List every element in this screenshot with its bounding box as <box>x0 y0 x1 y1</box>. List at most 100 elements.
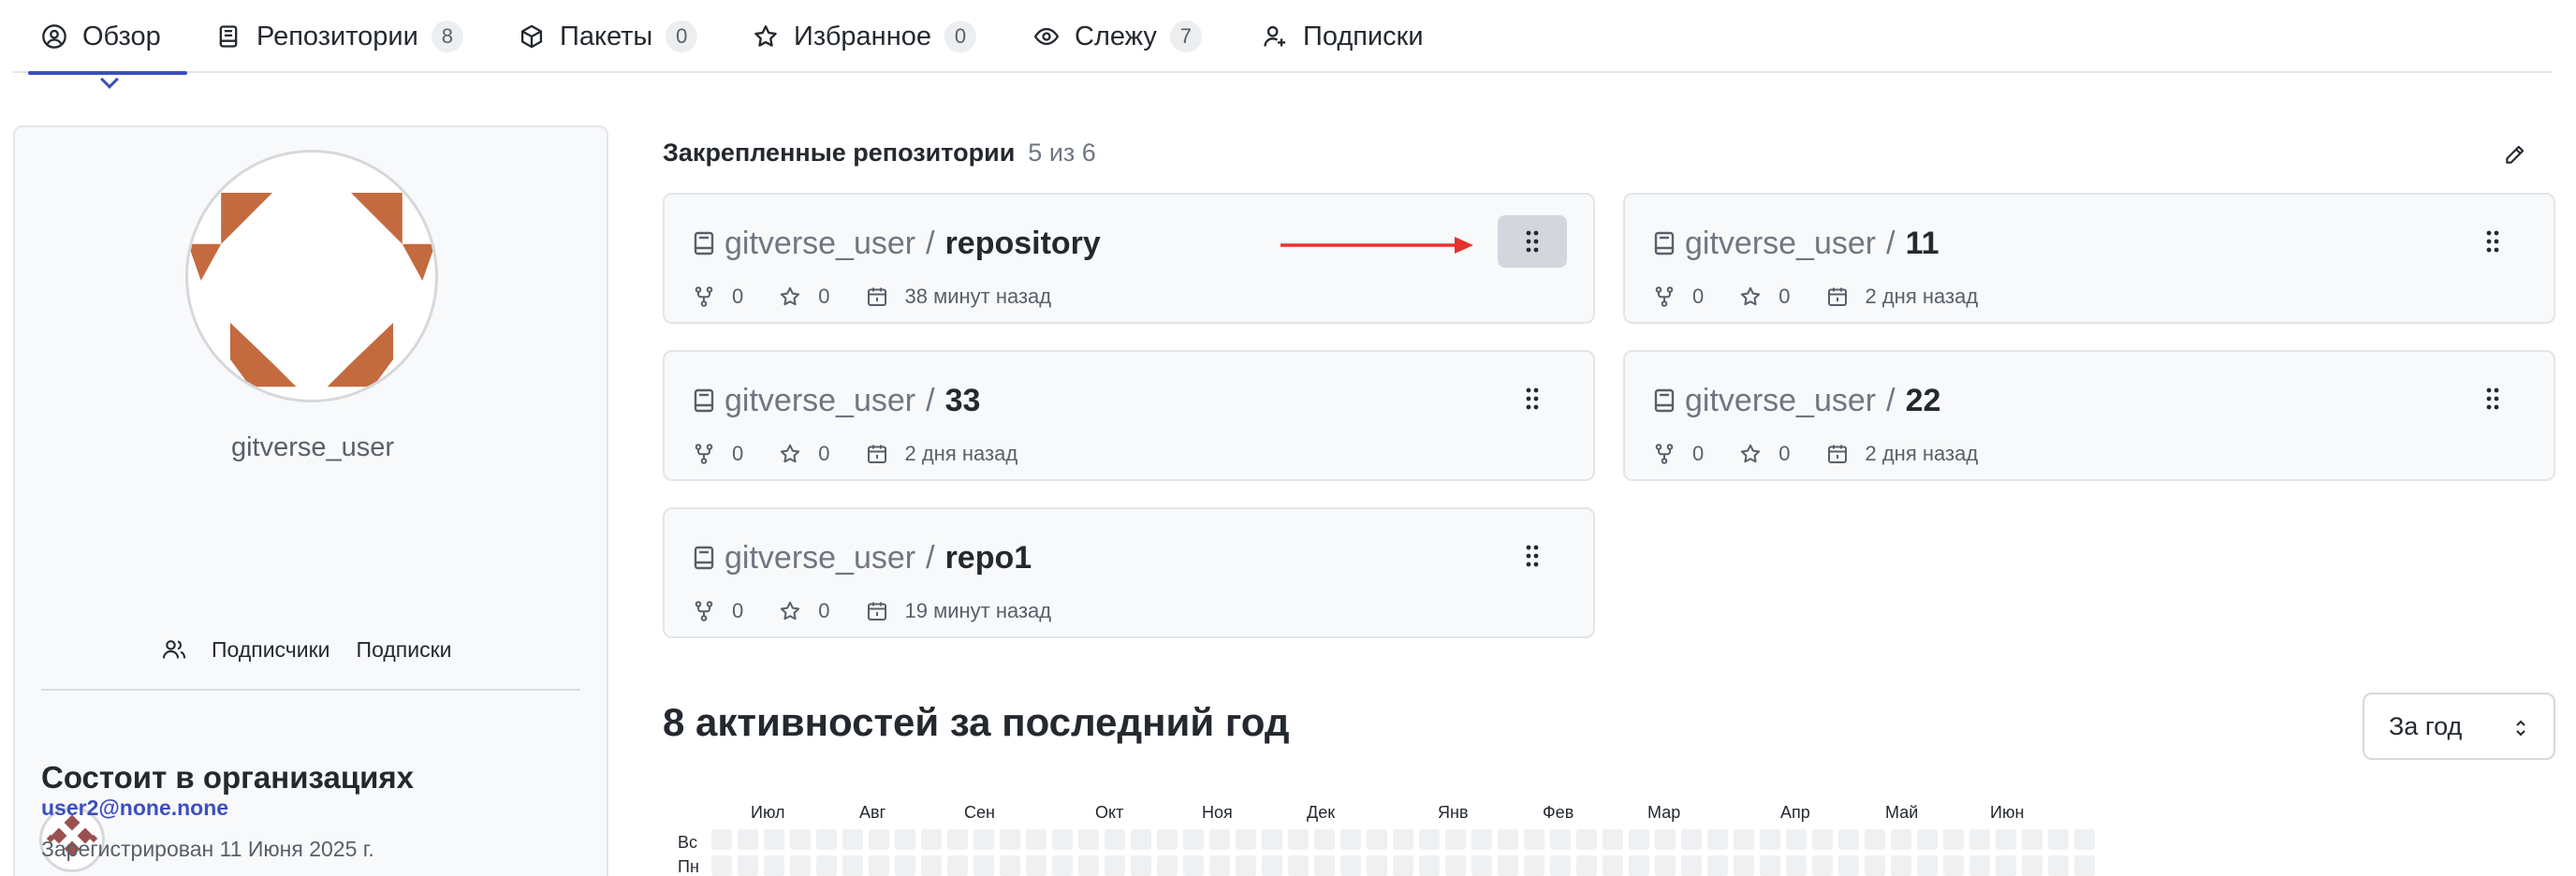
heatmap-cell <box>1340 855 1361 876</box>
heatmap-cell <box>1865 829 1885 850</box>
updated-time: 19 минут назад <box>904 599 1052 622</box>
star-count: 0 <box>818 285 830 308</box>
repo-link[interactable]: gitverse_user/ 11 <box>1653 223 1939 264</box>
pinned-repo-card: gitverse_user/ 11 0 0 2 дня назад <box>1623 193 2555 324</box>
drag-handle[interactable] <box>2458 215 2527 268</box>
heatmap-cell <box>1917 829 1938 850</box>
fork-count: 0 <box>732 285 744 308</box>
tab-repositories[interactable]: Репозитории 8 <box>215 0 463 73</box>
heatmap-cell <box>1524 855 1544 876</box>
contribution-heatmap <box>711 829 2095 876</box>
heatmap-cell <box>1891 829 1911 850</box>
fork-icon <box>695 444 713 464</box>
repo-owner: gitverse_user <box>1685 382 1877 418</box>
repo-link[interactable]: gitverse_user / repo1 <box>693 537 1032 578</box>
activity-title: 8 активностей за последний год <box>663 700 1290 744</box>
heatmap-cell <box>711 829 732 850</box>
heatmap-cell <box>2022 855 2042 876</box>
heatmap-cell <box>1105 855 1125 876</box>
edit-pinned-button[interactable] <box>2499 139 2531 170</box>
updated-time: 38 минут назад <box>904 285 1052 308</box>
calendar-icon <box>867 287 886 306</box>
day-label: Пн <box>678 857 699 876</box>
tab-packages[interactable]: Пакеты 0 <box>519 0 698 73</box>
tab-watching[interactable]: Слежу 7 <box>1033 0 1202 73</box>
month-label: Фев <box>1543 803 1574 822</box>
user-circle-icon <box>41 23 67 50</box>
repo-name: 22 <box>1905 382 1941 418</box>
tab-subscriptions[interactable]: Подписки <box>1262 0 1424 73</box>
heatmap-cell <box>1838 855 1859 876</box>
heatmap-cell <box>947 855 968 876</box>
heatmap-cell <box>1183 829 1204 850</box>
followers-link[interactable]: Подписчики <box>212 637 330 663</box>
repo-book-icon <box>694 231 714 256</box>
heatmap-cell <box>1340 829 1361 850</box>
heatmap-cell <box>1052 829 1073 850</box>
grip-dots-icon <box>1526 387 1539 410</box>
repo-separator: / <box>926 539 935 576</box>
heatmap-cell <box>895 855 915 876</box>
month-label: Май <box>1885 803 1919 822</box>
heatmap-cell <box>1052 855 1073 876</box>
drag-handle[interactable] <box>2458 372 2527 425</box>
month-label: Мар <box>1647 803 1681 822</box>
heatmap-cell <box>790 829 811 850</box>
heatmap-cell <box>1603 855 1623 876</box>
heatmap-cell <box>1943 829 1964 850</box>
pinned-repo-card: gitverse_user / repo1 0 0 19 минут назад <box>663 507 1595 638</box>
active-tab-indicator <box>99 70 119 89</box>
repo-link[interactable]: gitverse_user/ 22 <box>1653 380 1940 421</box>
heatmap-cell <box>1629 855 1649 876</box>
heatmap-cell <box>921 829 942 850</box>
month-label: Янв <box>1438 803 1469 822</box>
repo-book-icon <box>694 546 714 570</box>
count-badge: 8 <box>431 21 463 52</box>
day-label: Вс <box>678 833 698 852</box>
tab-label: Пакеты <box>560 21 653 51</box>
heatmap-cell <box>764 829 784 850</box>
tab-label: Избранное <box>794 21 931 51</box>
heatmap-cell <box>2048 855 2069 876</box>
period-select[interactable]: За год <box>2363 693 2555 760</box>
count-badge: 0 <box>944 21 976 52</box>
heatmap-cell <box>1812 829 1833 850</box>
month-label: Сен <box>964 803 995 822</box>
heatmap-cell <box>1734 855 1754 876</box>
heatmap-cell <box>1393 855 1413 876</box>
tab-overview[interactable]: Обзор <box>28 0 187 89</box>
star-count: 0 <box>1778 285 1791 308</box>
tab-favorites[interactable]: Избранное 0 <box>753 0 976 73</box>
count-badge: 7 <box>1169 21 1202 52</box>
repo-separator: / <box>926 382 935 418</box>
heatmap-cell <box>790 855 811 876</box>
repo-link[interactable]: gitverse_user /33 <box>693 380 980 421</box>
drag-handle[interactable] <box>1498 530 1567 582</box>
repo-owner: gitverse_user <box>724 382 916 418</box>
drag-handle[interactable] <box>1498 215 1567 268</box>
profile-card: gitverse_user Подписчики Подписки Состои… <box>13 125 608 876</box>
heatmap-cell <box>895 829 915 850</box>
drag-handle[interactable] <box>1498 372 1567 425</box>
heatmap-cell <box>1445 855 1466 876</box>
tab-label: Подписки <box>1303 21 1424 51</box>
fork-count: 0 <box>1692 442 1705 465</box>
profile-email[interactable]: user2@none.none <box>41 796 228 821</box>
avatar-pattern-icon <box>188 193 435 387</box>
grip-dots-icon <box>1526 545 1539 567</box>
heatmap-cell <box>816 855 837 876</box>
heatmap-cell <box>1157 829 1178 850</box>
heatmap-cell <box>1262 829 1282 850</box>
heatmap-cell <box>1026 829 1046 850</box>
heatmap-cell <box>1603 829 1623 850</box>
repo-link[interactable]: gitverse_user / repository <box>693 223 1101 264</box>
fork-count: 0 <box>732 442 744 465</box>
month-label: Июл <box>751 803 785 822</box>
heatmap-cell <box>1471 829 1492 850</box>
fork-icon <box>1655 444 1674 464</box>
chevron-up-down-icon <box>2516 720 2525 737</box>
following-link[interactable]: Подписки <box>357 637 452 663</box>
star-icon <box>753 23 779 50</box>
heatmap-cell <box>1314 829 1335 850</box>
annotation-arrow-icon <box>1281 237 1473 254</box>
